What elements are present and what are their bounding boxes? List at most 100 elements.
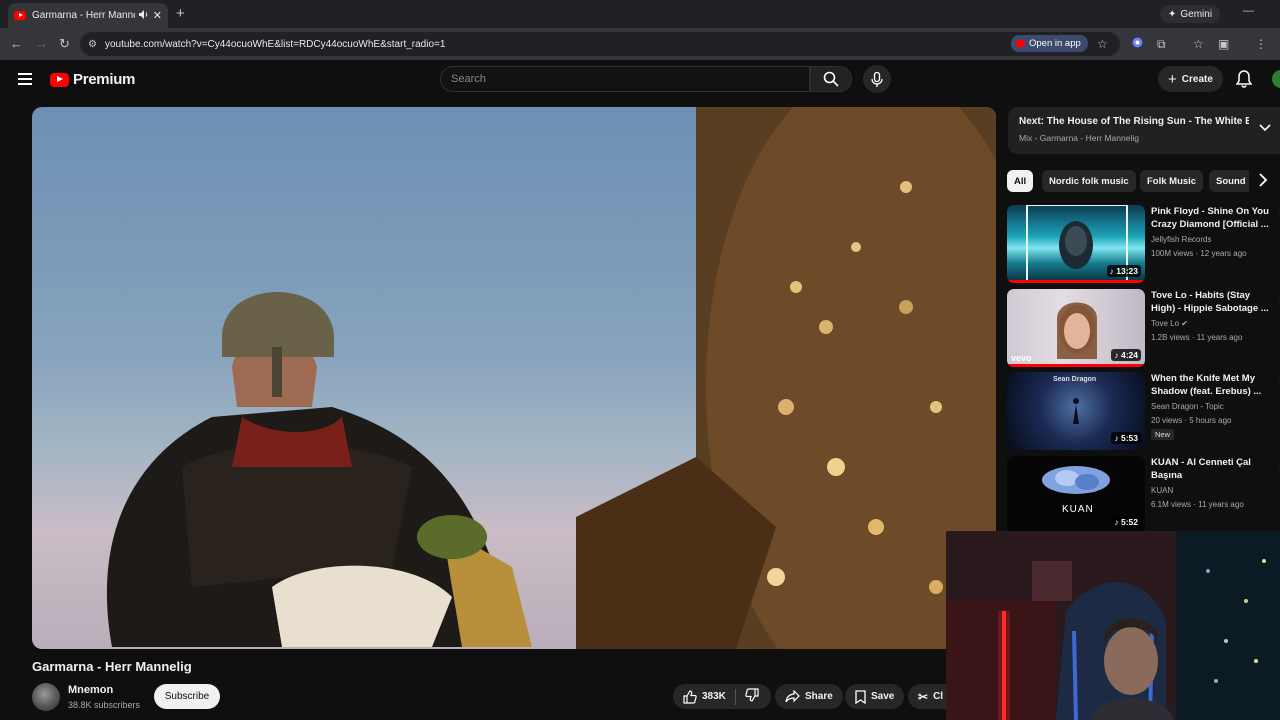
- back-icon[interactable]: ←: [10, 36, 23, 51]
- chip-folk-music[interactable]: Folk Music: [1140, 170, 1204, 192]
- extension-orb-icon[interactable]: [1132, 37, 1143, 51]
- share-arrow-icon: [785, 690, 800, 703]
- new-tab-icon[interactable]: +: [176, 5, 185, 22]
- rec-channel[interactable]: Sean Dragon - Topic: [1151, 402, 1224, 411]
- rec-title[interactable]: Pink Floyd - Shine On You Crazy Diamond …: [1151, 205, 1269, 231]
- mix-subtitle: Mix - Garmarna - Herr Mannelig: [1019, 133, 1139, 143]
- rec-title[interactable]: When the Knife Met My Shadow (feat. Ereb…: [1151, 372, 1269, 398]
- rec-channel[interactable]: Tove Lo ✔: [1151, 319, 1188, 328]
- recommendation-item[interactable]: vevo ♪ 4:24 Tove Lo - Habits (Stay High)…: [1007, 289, 1280, 367]
- thumbs-down-icon: [745, 688, 759, 702]
- site-settings-icon[interactable]: ⚙: [88, 39, 97, 50]
- recommendation-item[interactable]: Sean Dragon ♪ 5:53 When the Knife Met My…: [1007, 372, 1280, 450]
- rec-channel[interactable]: KUAN: [1151, 486, 1173, 495]
- dislike-button[interactable]: [745, 688, 759, 705]
- open-in-app-button[interactable]: Open in app: [1011, 35, 1088, 52]
- like-dislike-group: 383K: [673, 684, 771, 709]
- forward-icon[interactable]: →: [35, 36, 48, 51]
- screen: Garmarna - Herr Mannelig ✕ + ✦ Gemini — …: [0, 0, 1280, 720]
- video-player[interactable]: [32, 107, 996, 649]
- share-button[interactable]: Share: [775, 684, 843, 709]
- webcam-overlay: [946, 531, 1280, 720]
- like-button[interactable]: 383K: [683, 689, 726, 704]
- channel-name[interactable]: Mnemon: [68, 684, 113, 696]
- account-avatar[interactable]: [1272, 70, 1280, 88]
- youtube-app-icon: [1016, 40, 1025, 47]
- voice-search-button[interactable]: [863, 65, 891, 93]
- next-label: Next:: [1019, 116, 1045, 127]
- search-input[interactable]: Search: [440, 66, 810, 92]
- menu-more-icon[interactable]: ⋮: [1255, 37, 1267, 51]
- chevron-right-icon[interactable]: [1258, 173, 1268, 187]
- gemini-label: Gemini: [1180, 8, 1213, 20]
- verified-check-icon: ✔: [1181, 319, 1188, 328]
- plus-icon: +: [1168, 70, 1177, 88]
- more-actions-icon[interactable]: ⋮: [1275, 458, 1280, 471]
- browser-tabstrip: Garmarna - Herr Mannelig ✕ + ✦ Gemini —: [0, 0, 1280, 28]
- like-count: 383K: [702, 691, 726, 702]
- extensions-puzzle-icon[interactable]: ⧉: [1157, 37, 1166, 52]
- close-tab-icon[interactable]: ✕: [153, 9, 162, 22]
- speaker-icon[interactable]: [138, 9, 149, 22]
- minimize-icon[interactable]: —: [1243, 5, 1254, 17]
- recommendation-item[interactable]: KUAN ♪ 5:52 KUAN - Al Cenneti Çal Başına…: [1007, 456, 1280, 534]
- video-thumbnail[interactable]: ♪ 13:23: [1007, 205, 1145, 283]
- more-actions-icon[interactable]: ⋮: [1275, 374, 1280, 387]
- chip-all[interactable]: All: [1007, 170, 1034, 192]
- chevron-down-icon[interactable]: [1259, 124, 1271, 132]
- chip-sound[interactable]: Sound: [1209, 170, 1249, 192]
- browser-tab[interactable]: Garmarna - Herr Mannelig ✕: [8, 3, 168, 28]
- side-panel-icon[interactable]: ▣: [1218, 37, 1229, 51]
- subscribe-button[interactable]: Subscribe: [154, 684, 220, 709]
- gemini-button[interactable]: ✦ Gemini: [1160, 5, 1221, 23]
- webcam-feed-image: [946, 531, 1280, 720]
- more-actions-icon[interactable]: ⋮: [1275, 291, 1280, 304]
- microphone-icon: [871, 71, 883, 87]
- rec-meta: 1.2B views · 11 years ago: [1151, 333, 1243, 342]
- logo-text: Premium: [73, 71, 136, 88]
- notifications-bell-icon[interactable]: [1235, 70, 1253, 93]
- video-title: Garmarna - Herr Mannelig: [32, 659, 192, 674]
- next-title: Next: The House of The Rising Sun - The …: [1019, 116, 1249, 127]
- recommendation-item[interactable]: ♪ 13:23 Pink Floyd - Shine On You Crazy …: [1007, 205, 1280, 283]
- channel-avatar[interactable]: [32, 683, 60, 711]
- video-frame-background: [576, 107, 996, 649]
- thumbnail-caption: KUAN: [1062, 504, 1094, 515]
- video-thumbnail[interactable]: vevo ♪ 4:24: [1007, 289, 1145, 367]
- watched-progress-bar: [1007, 364, 1145, 367]
- bookmarks-icon[interactable]: ☆: [1193, 37, 1204, 51]
- duration-badge: ♪ 13:23: [1106, 265, 1141, 277]
- rec-channel[interactable]: Jellyfish Records: [1151, 235, 1211, 244]
- clip-label: Cl: [933, 691, 944, 702]
- rec-title[interactable]: Tove Lo - Habits (Stay High) - Hippie Sa…: [1151, 289, 1269, 315]
- subscriber-count: 38.8K subscribers: [68, 700, 141, 710]
- browser-toolbar: ← → ↻ ⚙ youtube.com/watch?v=Cy44ocuoWhE&…: [0, 28, 1280, 60]
- video-thumbnail[interactable]: Sean Dragon ♪ 5:53: [1007, 372, 1145, 450]
- bookmark-star-icon[interactable]: ☆: [1097, 37, 1108, 51]
- sparkle-icon: ✦: [1168, 8, 1177, 20]
- open-in-app-label: Open in app: [1029, 38, 1081, 49]
- thumbs-up-icon: [683, 689, 697, 704]
- duration-badge: ♪ 4:24: [1111, 349, 1141, 361]
- youtube-premium-logo[interactable]: Premium: [50, 71, 135, 88]
- more-actions-icon[interactable]: ⋮: [1275, 207, 1280, 220]
- youtube-header: Premium Search + Create: [0, 60, 1280, 100]
- reload-icon[interactable]: ↻: [59, 36, 70, 52]
- search-button[interactable]: [810, 66, 852, 92]
- search-icon: [823, 71, 839, 87]
- playlist-next-panel[interactable]: Next: The House of The Rising Sun - The …: [1008, 107, 1280, 154]
- create-button[interactable]: + Create: [1158, 66, 1223, 92]
- video-thumbnail[interactable]: KUAN ♪ 5:52: [1007, 456, 1145, 534]
- rec-meta: 20 views · 5 hours ago: [1151, 416, 1232, 425]
- next-video-title: The House of The Rising Sun - The White …: [1046, 116, 1249, 127]
- hamburger-menu-icon[interactable]: [18, 73, 32, 85]
- rec-title[interactable]: KUAN - Al Cenneti Çal Başına: [1151, 456, 1269, 482]
- chip-nordic-folk-music[interactable]: Nordic folk music: [1042, 170, 1136, 192]
- rec-meta: 6.1M views · 11 years ago: [1151, 500, 1244, 509]
- youtube-favicon-icon: [14, 11, 26, 20]
- new-badge: New: [1151, 429, 1175, 440]
- save-button[interactable]: Save: [845, 684, 905, 709]
- watched-progress-bar: [1007, 280, 1145, 283]
- address-bar[interactable]: ⚙ youtube.com/watch?v=Cy44ocuoWhE&list=R…: [80, 32, 1120, 56]
- vevo-watermark: vevo: [1011, 353, 1032, 363]
